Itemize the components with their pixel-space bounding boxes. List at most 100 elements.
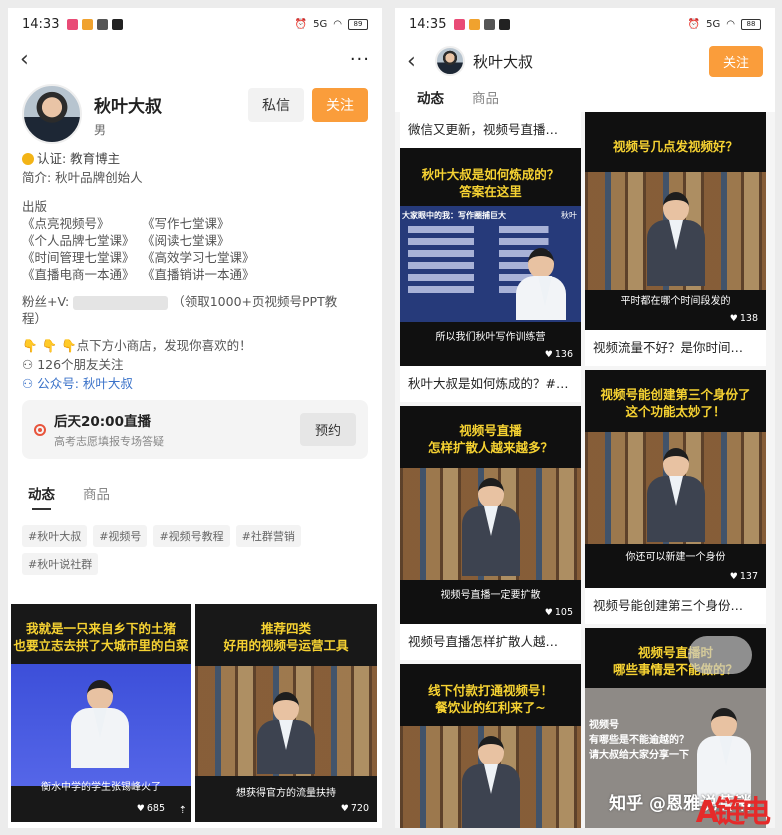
like-count[interactable]: ♥ 685 — [137, 803, 165, 814]
like-count[interactable]: ♥ 136 — [545, 349, 573, 360]
presenter-head — [528, 248, 554, 278]
verified-badge-icon — [22, 152, 34, 165]
video-subtitle: 所以我们秋叶写作训练营 — [435, 332, 546, 343]
wifi-icon: ◠ — [726, 18, 735, 30]
like-number: 105 — [554, 607, 573, 618]
back-arrow-icon[interactable]: ‹ — [407, 49, 431, 74]
left-phone-screen: 14:33 ⏰ 5G ◠ 89 ‹ ··· 秋叶大叔 男 私信 关注 认证: 教… — [8, 8, 382, 828]
fans-suffix-2: 程） — [22, 311, 48, 326]
post-title[interactable]: 视频号能创建第三个身份… — [585, 588, 766, 624]
profile-info: 秋叶大叔 男 — [94, 84, 162, 138]
system-status: ⏰ 5G ◠ 88 — [688, 18, 761, 30]
follow-button[interactable]: 关注 — [708, 45, 763, 77]
heart-icon: ♥ — [544, 349, 553, 360]
presenter-body — [516, 276, 566, 320]
video-caption: 推荐四类 好用的视频号运营工具 — [195, 620, 377, 654]
shop-text: 点下方小商店，发现你喜欢的！ — [76, 338, 252, 353]
tag-chip[interactable]: #视频号教程 — [153, 525, 230, 547]
back-arrow-icon[interactable]: ‹ — [20, 47, 44, 72]
caption-line: 餐饮业的红利来了~ — [435, 700, 546, 715]
video-thumbnail[interactable]: 视频号直播 怎样扩散人越来越多？ 视频号直播一定要扩散 ♥ 105 — [400, 406, 581, 624]
post-title[interactable]: 微信又更新，视频号直播… — [400, 112, 581, 148]
official-account-link[interactable]: ⚇ 公众号: 秋叶大叔 — [22, 375, 368, 392]
profile-header: 秋叶大叔 男 私信 关注 — [8, 78, 382, 144]
post-title[interactable]: 秋叶大叔是如何炼成的？#… — [400, 366, 581, 402]
video-subtitle: 视频号直播一定要扩散 — [440, 590, 541, 601]
book-item: 《阅读七堂课》 — [142, 233, 230, 248]
status-time: 14:35 — [409, 16, 447, 32]
video-subtitle: 平时都在哪个时间段发的 — [620, 296, 731, 307]
video-caption: 视频号能创建第三个身份了 这个功能太妙了！ — [585, 386, 766, 420]
slide-title: 大家眼中的我：写作圈捕巨大 — [402, 211, 506, 220]
video-thumbnail[interactable]: 我就是一只来自乡下的土猪 也要立志去拱了大城市里的白菜 衡水中学的学生张锡峰火了… — [11, 604, 191, 822]
app-icon — [499, 18, 511, 30]
presenter-head — [478, 478, 504, 508]
slide-text-row — [408, 226, 573, 233]
like-count[interactable]: ♥ 137 — [730, 571, 758, 582]
tag-chip[interactable]: #秋叶大叔 — [22, 525, 88, 547]
tag-chip[interactable]: #视频号 — [93, 525, 148, 547]
share-icon[interactable]: ⇡ — [179, 805, 187, 816]
presenter-figure — [462, 478, 520, 576]
follow-button[interactable]: 关注 — [312, 88, 368, 122]
mail-icon — [97, 18, 109, 30]
presenter-figure — [71, 680, 129, 768]
like-count[interactable]: ♥ 105 — [545, 607, 573, 618]
nav-bar: ‹ 秋叶大叔 关注 — [395, 40, 775, 82]
caption-line: 我就是一只来自乡下的土猪 — [25, 621, 176, 636]
tag-chip[interactable]: #秋叶说社群 — [22, 553, 99, 575]
presenter-figure — [647, 448, 705, 542]
video-thumbnail[interactable]: 线下付款打通视频号！ 餐饮业的红利来了~ — [400, 664, 581, 828]
live-reservation-card: 后天20:00直播 高考志愿填报专场答疑 预约 — [22, 400, 368, 459]
presenter-body — [257, 720, 315, 774]
avatar[interactable] — [22, 84, 82, 144]
live-info: 后天20:00直播 高考志愿填报专场答疑 — [54, 410, 164, 449]
caption-line: 这个功能太妙了！ — [625, 404, 726, 419]
caption-line: 秋叶大叔是如何炼成的？ — [421, 167, 560, 182]
app-icon — [112, 18, 124, 30]
video-thumbnail[interactable]: 视频号能创建第三个身份了 这个功能太妙了！ 你还可以新建一个身份 ♥ 137 — [585, 370, 766, 588]
caption-line: 线下付款打通视频号！ — [427, 683, 553, 698]
live-title: 后天20:00直播 — [54, 414, 151, 430]
friends-line: ⚇ 126个朋友关注 — [22, 356, 368, 373]
tab-bar: 动态 商品 — [395, 82, 775, 114]
weibo-icon — [82, 18, 94, 30]
video-thumbnail[interactable]: 秋叶大叔是如何炼成的？ 答案在这里 大家眼中的我：写作圈捕巨大 秋叶 所以我们秋… — [400, 148, 581, 366]
video-thumbnail[interactable]: 视频号几点发视频好？ 平时都在哪个时间段发的 ♥ 138 — [585, 112, 766, 330]
certification: 认证: 教育博主 — [22, 150, 368, 167]
tab-products[interactable]: 商品 — [472, 87, 499, 107]
video-caption: 秋叶大叔是如何炼成的？ 答案在这里 — [400, 166, 581, 200]
message-button[interactable]: 私信 — [248, 88, 304, 122]
profile-gender: 男 — [94, 123, 107, 137]
status-bar: 14:35 ⏰ 5G ◠ 88 — [395, 8, 775, 40]
like-count[interactable]: ♥ 138 — [730, 313, 758, 324]
right-phone-screen: 14:35 ⏰ 5G ◠ 88 ‹ 秋叶大叔 关注 动态 商品 微信又更新，视频… — [395, 8, 775, 828]
book-item: 《时间管理七堂课》 — [22, 250, 135, 265]
more-options-icon[interactable]: ··· — [350, 49, 370, 70]
like-number: 720 — [350, 803, 369, 814]
caption-line: 怎样扩散人越来越多？ — [427, 440, 553, 455]
tab-feed[interactable]: 动态 — [28, 483, 55, 510]
caption-line: 视频号几点发视频好？ — [612, 139, 738, 154]
notification-icons — [454, 18, 511, 30]
profile-actions: 私信 关注 — [248, 88, 368, 122]
header-name: 秋叶大叔 — [473, 52, 534, 71]
post-title[interactable]: 视频流量不好？是你时间… — [585, 330, 766, 366]
presenter-body — [71, 708, 129, 768]
video-thumbnail[interactable]: 推荐四类 好用的视频号运营工具 想获得官方的流量扶持 ♥ 720 — [195, 604, 377, 822]
video-caption: 视频号直播 怎样扩散人越来越多？ — [400, 422, 581, 456]
presenter-body — [462, 764, 520, 828]
presenter-body — [647, 476, 705, 542]
certification-text: 认证: 教育博主 — [37, 151, 121, 166]
tag-chip[interactable]: #社群营销 — [235, 525, 301, 547]
tab-feed[interactable]: 动态 — [417, 87, 444, 114]
like-count[interactable]: ♥ 720 — [341, 803, 369, 814]
book-list: 《点亮视频号》 《写作七堂课》 《个人品牌七堂课》 《阅读七堂课》 《时间管理七… — [22, 215, 368, 283]
post-title[interactable]: 视频号直播怎样扩散人越… — [400, 624, 581, 660]
watermark-logo: A链电 — [695, 795, 771, 828]
slide-text: 视频号 有哪些是不能逾越的？ 请大叔给大家分享一下 — [589, 718, 689, 763]
reserve-button[interactable]: 预约 — [299, 413, 356, 446]
tab-products[interactable]: 商品 — [83, 483, 110, 503]
header-avatar[interactable] — [435, 46, 465, 76]
tab-bar: 动态 商品 — [8, 483, 382, 510]
